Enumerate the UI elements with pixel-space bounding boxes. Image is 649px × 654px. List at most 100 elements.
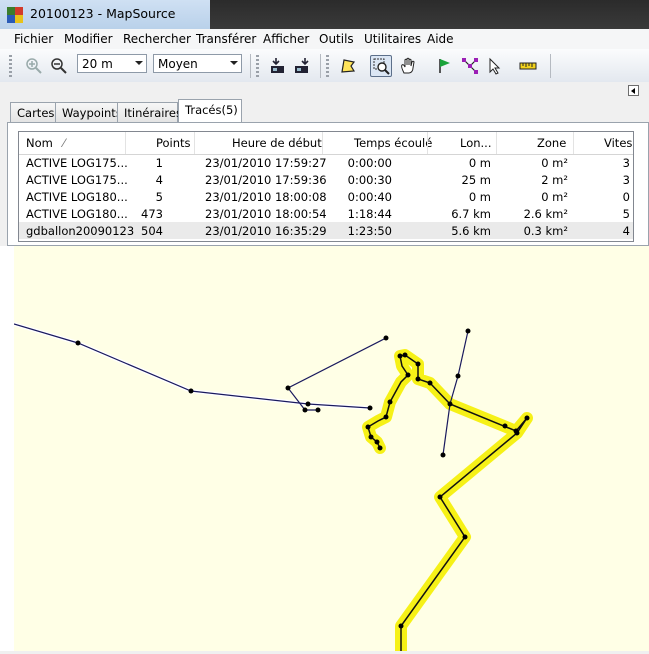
title-bar: 20100123 - MapSource bbox=[0, 0, 649, 29]
map-view[interactable] bbox=[13, 246, 649, 654]
select-pointer-icon[interactable] bbox=[484, 55, 506, 77]
zoom-scale-select[interactable]: 20 m bbox=[77, 54, 147, 73]
column-divider[interactable] bbox=[125, 132, 126, 154]
cell-vitesse: 5 bbox=[622, 207, 630, 221]
tracks-table[interactable]: Nom ⁄ Points Heure de début Temps écoulé… bbox=[18, 131, 634, 242]
title-bar-background bbox=[210, 0, 649, 29]
column-divider[interactable] bbox=[573, 132, 574, 154]
cell-vitesse: 3 bbox=[622, 156, 630, 170]
table-row[interactable]: ACTIVE LOG180... 5 23/01/2010 18:00:08 0… bbox=[19, 188, 633, 205]
column-header-points[interactable]: Points bbox=[156, 136, 191, 150]
zoom-tool-icon[interactable] bbox=[370, 55, 392, 77]
tab-label: Itinéraires bbox=[124, 106, 182, 120]
cell-heure-debut: 23/01/2010 17:59:27 bbox=[205, 156, 327, 170]
cell-longueur: 0 m bbox=[468, 156, 491, 170]
toolbar-separator bbox=[320, 54, 321, 78]
route-tool-icon[interactable] bbox=[459, 55, 481, 77]
cell-zone: 2 m² bbox=[541, 173, 568, 187]
pan-hand-icon[interactable] bbox=[397, 55, 419, 77]
chevron-down-icon bbox=[135, 61, 143, 65]
column-header-longueur[interactable]: Lon... bbox=[460, 136, 492, 150]
tab-label: Cartes bbox=[17, 106, 55, 120]
map-canvas[interactable] bbox=[13, 246, 649, 654]
toolbar-grip[interactable] bbox=[9, 55, 12, 77]
column-header-heure-debut[interactable]: Heure de début bbox=[232, 136, 322, 150]
column-header-zone[interactable]: Zone bbox=[537, 136, 566, 150]
map-left-margin bbox=[0, 246, 14, 651]
mapsource-app-icon bbox=[7, 7, 23, 23]
cell-nom: ACTIVE LOG180... bbox=[26, 190, 128, 204]
menu-aide[interactable]: Aide bbox=[427, 32, 454, 46]
table-row-selected[interactable]: gdballon20090123 504 23/01/2010 16:35:29… bbox=[19, 222, 633, 239]
cell-heure-debut: 23/01/2010 18:00:54 bbox=[205, 207, 327, 221]
chevron-down-icon bbox=[230, 61, 238, 65]
cell-points: 473 bbox=[141, 207, 163, 221]
cell-nom: ACTIVE LOG175... bbox=[26, 173, 128, 187]
column-header-nom[interactable]: Nom bbox=[26, 136, 53, 150]
cell-vitesse: 4 bbox=[622, 224, 630, 238]
cell-points: 504 bbox=[141, 224, 163, 238]
cell-longueur: 5.6 km bbox=[451, 224, 491, 238]
cell-zone: 0 m² bbox=[541, 156, 568, 170]
cell-longueur: 0 m bbox=[468, 190, 491, 204]
sort-ascending-icon: ⁄ bbox=[63, 136, 65, 150]
menu-modifier[interactable]: Modifier bbox=[64, 32, 113, 46]
track-line bbox=[13, 322, 371, 410]
data-panel: Cartes Waypoints Itinéraires Tracés(5) N… bbox=[0, 82, 649, 246]
menu-rechercher[interactable]: Rechercher bbox=[123, 32, 191, 46]
zoom-out-icon[interactable] bbox=[48, 55, 70, 77]
send-to-device-icon[interactable] bbox=[290, 55, 312, 77]
map-tool-icon[interactable] bbox=[337, 55, 359, 77]
tab-cartes[interactable]: Cartes bbox=[10, 102, 56, 122]
toolbar-grip[interactable] bbox=[326, 55, 329, 77]
tab-itineraires[interactable]: Itinéraires bbox=[117, 102, 182, 122]
cell-zone: 0 m² bbox=[541, 190, 568, 204]
track-line bbox=[287, 337, 387, 411]
cell-zone: 0.3 km² bbox=[523, 224, 568, 238]
column-divider[interactable] bbox=[427, 132, 428, 154]
column-divider[interactable] bbox=[496, 132, 497, 154]
cell-temps-ecoule: 0:00:30 bbox=[347, 173, 392, 187]
toolbar-separator bbox=[550, 54, 551, 78]
cell-points: 5 bbox=[155, 190, 163, 204]
column-divider[interactable] bbox=[322, 132, 323, 154]
detail-level-value: Moyen bbox=[158, 57, 198, 71]
receive-from-device-icon[interactable] bbox=[266, 55, 288, 77]
waypoint-flag-icon[interactable] bbox=[434, 55, 456, 77]
cell-temps-ecoule: 0:00:40 bbox=[347, 190, 392, 204]
collapse-panel-button[interactable] bbox=[628, 85, 639, 96]
menu-outils[interactable]: Outils bbox=[319, 32, 354, 46]
cell-zone: 2.6 km² bbox=[523, 207, 568, 221]
column-divider[interactable] bbox=[194, 132, 195, 154]
distance-ruler-icon[interactable] bbox=[517, 55, 539, 77]
detail-level-select[interactable]: Moyen bbox=[153, 54, 242, 73]
zoom-in-icon[interactable] bbox=[23, 55, 45, 77]
cell-vitesse: 0 bbox=[622, 190, 630, 204]
menu-bar: Fichier Modifier Rechercher Transférer A… bbox=[0, 29, 649, 50]
menu-utilitaires[interactable]: Utilitaires bbox=[364, 32, 421, 46]
cell-longueur: 25 m bbox=[461, 173, 492, 187]
cell-nom: ACTIVE LOG180... bbox=[26, 207, 128, 221]
table-row[interactable]: ACTIVE LOG175... 1 23/01/2010 17:59:27 0… bbox=[19, 154, 633, 171]
cell-nom: ACTIVE LOG175... bbox=[26, 156, 128, 170]
toolbar-separator bbox=[250, 54, 251, 78]
cell-vitesse: 3 bbox=[622, 173, 630, 187]
column-header-vitesse[interactable]: Vitess bbox=[604, 136, 633, 150]
zoom-scale-value: 20 m bbox=[82, 57, 113, 71]
tab-traces[interactable]: Tracés(5) bbox=[178, 99, 242, 122]
tab-waypoints[interactable]: Waypoints bbox=[55, 102, 122, 122]
toolbar: 20 m Moyen bbox=[0, 49, 649, 83]
tab-label: Waypoints bbox=[62, 106, 122, 120]
window-title: 20100123 - MapSource bbox=[30, 6, 176, 21]
table-row[interactable]: ACTIVE LOG180... 473 23/01/2010 18:00:54… bbox=[19, 205, 633, 222]
menu-fichier[interactable]: Fichier bbox=[14, 32, 53, 46]
menu-transferer[interactable]: Transférer bbox=[196, 32, 256, 46]
table-row[interactable]: ACTIVE LOG175... 4 23/01/2010 17:59:36 0… bbox=[19, 171, 633, 188]
cell-points: 1 bbox=[155, 156, 163, 170]
cell-heure-debut: 23/01/2010 18:00:08 bbox=[205, 190, 327, 204]
cell-heure-debut: 23/01/2010 17:59:36 bbox=[205, 173, 327, 187]
tab-label: Tracés(5) bbox=[185, 103, 238, 117]
menu-afficher[interactable]: Afficher bbox=[263, 32, 309, 46]
toolbar-grip[interactable] bbox=[256, 55, 259, 77]
column-header-temps-ecoule[interactable]: Temps écoulé bbox=[354, 136, 432, 150]
